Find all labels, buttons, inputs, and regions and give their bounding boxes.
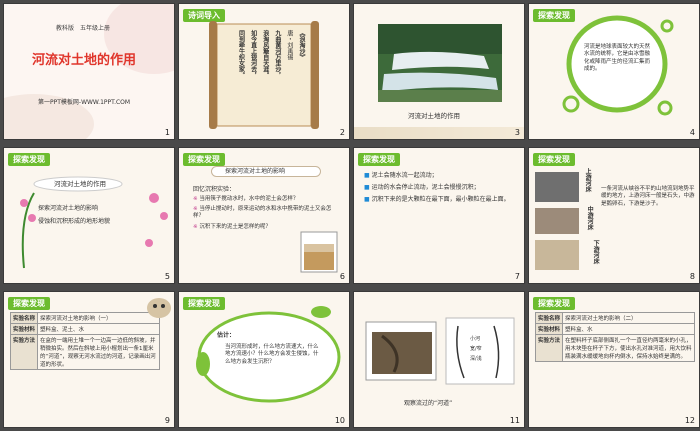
slide-thumb-6[interactable]: 探索发现 探索河流对土地的影响 回忆沉积实验： ※ 当用筷子搅动水时，水中的泥土… <box>178 147 350 284</box>
table-cell: 塑料盒、水 <box>562 323 695 335</box>
bottom-band <box>354 127 524 139</box>
footer-text: 第一PPT模板网-WWW.1PPT.COM <box>38 99 131 106</box>
poem-line: 浪淘风簸自天涯。 <box>261 30 269 78</box>
list-item: 探索河流对土地的影响 <box>38 205 99 212</box>
table-head: 实验名称 <box>534 312 564 324</box>
slide-thumb-10[interactable]: 探索发现 估计： 当河流形成时，什么地方流速大，什么地方流速小？什么地方会发生侵… <box>178 291 350 428</box>
table-head: 实验方法 <box>9 334 39 370</box>
sketch-label: 小河 <box>470 336 481 342</box>
page-title: 河流对土地的作用 <box>32 53 137 68</box>
table-head: 实验名称 <box>9 312 39 324</box>
table-cell: 探索河流对土地的影响（一） <box>37 312 160 324</box>
experiment-table: 实验名称 探索河流对土地的影响（二） 实验材料 塑料盒、水 实验方法 在塑料杯子底部侧… <box>534 312 695 362</box>
sediment-jar-photo <box>300 231 338 273</box>
slide-thumb-7[interactable]: 探索发现 ■ 泥土会随水流一起流动； ■ 运动的水会停止流动，泥土会慢慢沉积； … <box>353 147 525 284</box>
slide-thumb-4[interactable]: 探索发现 河流是地球表面较大的天然水流的统称，它是由冰雪融化或降雨产生的径流汇集… <box>528 3 700 140</box>
table-head: 实验方法 <box>534 334 564 362</box>
slide-thumb-12[interactable]: 探索发现 实验名称 探索河流对土地的影响（二） 实验材料 塑料盒、水 实验方法 在塑料… <box>528 291 700 428</box>
list-item: 侵蚀和沉积形成的地形地貌 <box>38 218 111 225</box>
poem-line: 如今直上银河去， <box>249 30 257 78</box>
section-tag: 探索发现 <box>533 297 575 310</box>
photo-caption: 观察流过的“河道” <box>404 400 453 407</box>
riverbed-photos <box>535 172 579 270</box>
riverbed-label: 下游河床 <box>592 240 600 264</box>
riverbed-label: 上游河床 <box>584 168 592 192</box>
slide-thumb-3[interactable]: 河流对土地的作用 3 <box>353 3 525 140</box>
riverbed-label: 中游河床 <box>586 206 594 230</box>
table-cell: 探索河流对土地的影响（二） <box>562 312 695 324</box>
list-item: ■ 沉积下来的是大颗粒在最下面，最小颗粒在最上面。 <box>364 196 510 203</box>
slide-number: 4 <box>689 128 695 137</box>
poem-block: 《浪淘沙》 唐・刘禹锡 九曲黄河万里沙， 浪淘风簸自天涯。 如今直上银河去， 同… <box>227 30 305 122</box>
section-tag: 探索发现 <box>8 297 50 310</box>
list-item: ■ 运动的水会停止流动，泥土会慢慢沉积； <box>364 184 480 191</box>
estimate-label: 估计： <box>217 332 236 339</box>
slide-number: 10 <box>334 416 345 425</box>
cartoon-icon <box>147 298 171 318</box>
list-text: 沉积下来的是大颗粒在最下面，最小颗粒在最上面。 <box>371 196 510 203</box>
sketch-label: 宽/窄 <box>470 346 482 352</box>
body-text: 当河流形成时，什么地方流速大，什么地方流速小？什么地方会发生侵蚀，什么地方会发生… <box>225 344 319 365</box>
body-text: 河流是地球表面较大的天然水流的统称，它是由冰雪融化或降雨产生的径流汇集而成的。 <box>584 44 651 73</box>
body-text: 一条河流从峡谷不平的山地流到地势平缓的地方，上游河床一般是石头，中游是鹅卵石，下… <box>601 186 695 207</box>
list-text: 泥土会随水流一起流动； <box>371 172 438 179</box>
poem-line: 九曲黄河万里沙， <box>273 30 281 78</box>
photo-caption: 河流对土地的作用 <box>408 112 460 120</box>
list-text: 运动的水会停止流动，泥土会慢慢沉积； <box>371 184 480 191</box>
slide-number: 6 <box>339 272 345 281</box>
flower-decoration <box>20 176 168 269</box>
slide-number: 8 <box>689 272 695 281</box>
table-cell: 塑料盒、泥土、水 <box>37 323 160 335</box>
slide-thumb-11[interactable]: 小河 宽/窄 深/浅 观察流过的“河道” 11 <box>353 291 525 428</box>
slide-number: 3 <box>514 128 520 137</box>
kicker: 教科版 五年级上册 <box>56 25 111 32</box>
slide-thumb-5[interactable]: 探索发现 河流对土地的作用 探索河流对土地的影响 侵蚀和沉积形成的地形地貌 5 <box>3 147 175 284</box>
slide-number: 2 <box>339 128 345 137</box>
slide-thumb-1[interactable]: 教科版 五年级上册 河流对土地的作用 第一PPT模板网-WWW.1PPT.COM… <box>3 3 175 140</box>
table-head: 实验材料 <box>9 323 39 335</box>
poem-title: 《浪淘沙》 <box>298 30 305 60</box>
table-head: 实验材料 <box>534 323 564 335</box>
list-item: ■ 泥土会随水流一起流动； <box>364 172 438 179</box>
poem-line: 同到牵牛织女家。 <box>237 30 245 78</box>
slide-number: 11 <box>509 416 520 425</box>
slide-number: 9 <box>164 416 170 425</box>
table-cell: 在塑料杯子底部侧面扎一个一直径约两毫米的小孔，用木块垫在杯子下方，使出水孔对准河… <box>562 334 695 362</box>
slide-number: 5 <box>164 272 170 281</box>
experiment-table: 实验名称 探索河流对土地的影响（一） 实验材料 塑料盒、泥土、水 实验方法 在盒的一端… <box>9 312 160 370</box>
section-tag: 探索发现 <box>358 153 400 166</box>
slide-thumb-8[interactable]: 探索发现 上游河床 中游河床 下游河床 一条河流从峡谷不平的山地流到地势平缓的地… <box>528 147 700 284</box>
poem-author: 唐・刘禹锡 <box>285 30 293 60</box>
table-cell: 在盒的一端用土堆一个一边高一边低的斜坡，并稍微拍实。然后在斜坡上用小棍划出一条1… <box>37 334 160 370</box>
slide-number: 12 <box>684 416 695 425</box>
slide-thumb-9[interactable]: 探索发现 实验名称 探索河流对土地的影响（一） 实验材料 塑料盒、泥土、水 实验方法… <box>3 291 175 428</box>
slide-title: 河流对土地的作用 <box>54 180 106 188</box>
slide-number: 7 <box>514 272 520 281</box>
sketch-label: 深/浅 <box>470 356 482 362</box>
slide-thumb-2[interactable]: 诗词导入 《浪淘沙》 唐・刘禹锡 九曲黄河万里沙， 浪淘风簸自天涯。 如今直上银… <box>178 3 350 140</box>
slide-number: 1 <box>164 128 170 137</box>
